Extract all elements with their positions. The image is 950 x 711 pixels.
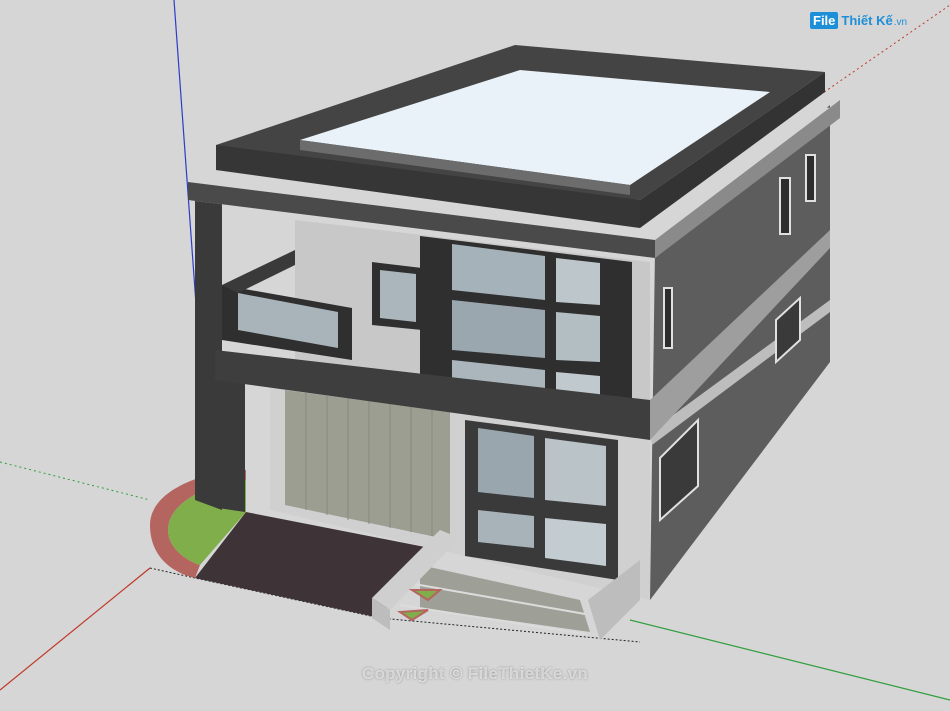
green-axis — [629, 619, 950, 701]
left-column-lower — [215, 370, 245, 512]
entry-glass-3 — [478, 510, 534, 548]
upper-glass-4 — [556, 312, 600, 362]
entry-glass-2 — [545, 438, 606, 506]
entry-glass-4 — [545, 518, 606, 566]
logo-name: Thiết Kế — [841, 13, 893, 28]
site-logo: File Thiết Kế .vn — [810, 12, 907, 29]
side-window-6 — [663, 287, 673, 349]
side-window-3 — [805, 154, 816, 202]
green-axis-dotted — [0, 461, 151, 501]
modeling-viewport[interactable]: File Thiết Kế .vn Copyright © FileThietK… — [0, 0, 950, 711]
entry-glass-1 — [478, 428, 534, 498]
logo-tld: .vn — [893, 16, 908, 28]
house-model[interactable] — [0, 0, 950, 711]
balcony-side — [222, 250, 295, 293]
copyright-watermark: Copyright © FileThietKe.vn — [361, 664, 589, 683]
step-planter-2 — [397, 609, 429, 622]
logo-badge: File — [810, 12, 839, 29]
side-window-2 — [779, 177, 791, 235]
upper-glass-2 — [556, 258, 600, 305]
upper-glass-3 — [452, 300, 545, 358]
small-window-glass — [380, 270, 416, 322]
